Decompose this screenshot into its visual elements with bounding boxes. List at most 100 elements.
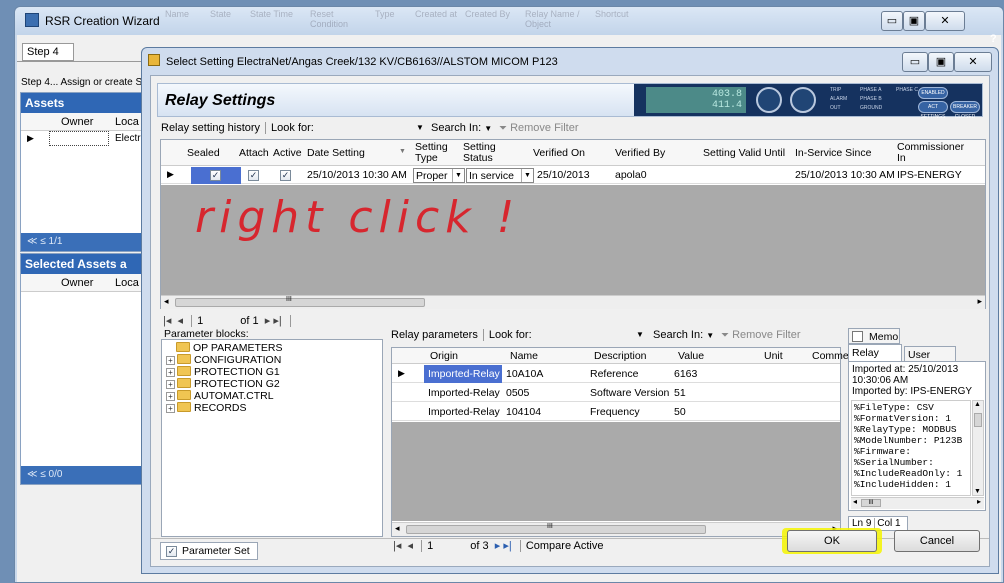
tree-item[interactable]: + RECORDS: [166, 402, 247, 414]
origin-cell[interactable]: Imported-Relay: [428, 404, 500, 420]
scroll-thumb[interactable]: III: [861, 499, 881, 507]
last-page-icon[interactable]: ▸|: [503, 540, 511, 552]
column-owner[interactable]: Owner: [61, 277, 93, 289]
column-setting-type[interactable]: Setting Type: [415, 142, 459, 164]
tree-item[interactable]: + CONFIGURATION: [166, 354, 281, 366]
page-number-input[interactable]: 1: [427, 540, 433, 552]
next-page-icon[interactable]: ▸: [495, 540, 501, 552]
tree-item[interactable]: + AUTOMAT.CTRL: [166, 390, 274, 402]
tree-item[interactable]: + PROTECTION G1: [166, 366, 280, 378]
active-checkbox[interactable]: ✓: [280, 170, 291, 181]
column-name[interactable]: Name: [510, 351, 538, 362]
next-page-icon[interactable]: ▸: [265, 315, 271, 327]
asset-owner-cell[interactable]: [49, 131, 109, 146]
origin-cell[interactable]: Imported-Relay: [428, 385, 500, 401]
settings-hscrollbar[interactable]: ◂ III ▸: [161, 295, 985, 309]
name-cell[interactable]: 104104: [506, 404, 541, 420]
column-value[interactable]: Value: [678, 351, 704, 362]
remove-filter-button[interactable]: ⏷ Remove Filter: [721, 326, 801, 345]
column-location[interactable]: Loca: [115, 277, 139, 289]
file-hscrollbar[interactable]: ◂ III ▸: [851, 497, 984, 509]
wizard-minimize-button[interactable]: ▭: [881, 11, 903, 31]
value-cell[interactable]: 51: [674, 385, 686, 401]
dropdown-arrow-icon[interactable]: ▼: [416, 119, 424, 137]
column-owner[interactable]: Owner: [61, 116, 93, 128]
commissioner-cell[interactable]: IPS-ENERGY: [897, 167, 962, 183]
file-content-textarea[interactable]: %FileType: CSV %FormatVersion: 1 %RelayT…: [851, 400, 971, 496]
expand-icon[interactable]: +: [166, 380, 175, 389]
scroll-thumb[interactable]: [974, 413, 982, 427]
tab-relay-data[interactable]: Relay Data: [848, 344, 902, 375]
dialog-maximize-button[interactable]: ▣: [928, 52, 954, 72]
scroll-down-icon[interactable]: ▼: [974, 488, 981, 495]
dropdown-arrow-icon[interactable]: ▼: [636, 326, 644, 344]
look-for-input[interactable]: [311, 121, 411, 135]
description-cell[interactable]: Reference: [590, 366, 638, 382]
scroll-up-icon[interactable]: ▲: [974, 401, 981, 408]
origin-cell[interactable]: Imported-Relay: [424, 365, 502, 383]
selected-pager[interactable]: ≪ ≤ 0/0: [21, 466, 143, 484]
scroll-left-icon[interactable]: ◂: [395, 523, 400, 534]
column-date-setting[interactable]: Date Setting: [307, 148, 365, 159]
setting-status-select[interactable]: In service ▼: [466, 168, 534, 183]
setting-type-select[interactable]: Proper ▼: [413, 168, 465, 183]
first-page-icon[interactable]: |◂: [163, 315, 171, 327]
dialog-minimize-button[interactable]: ▭: [902, 52, 928, 72]
step-tab[interactable]: Step 4: [22, 43, 74, 61]
scroll-thumb[interactable]: III: [175, 296, 425, 307]
description-cell[interactable]: Software Version: [590, 385, 669, 401]
name-cell[interactable]: 0505: [506, 385, 529, 401]
column-verified-on[interactable]: Verified On: [533, 148, 585, 159]
wizard-close-button[interactable]: ✕: [925, 11, 965, 31]
column-active[interactable]: Active: [273, 148, 302, 159]
scroll-thumb[interactable]: III: [406, 523, 706, 534]
scroll-right-icon[interactable]: ▸: [977, 497, 981, 506]
column-in-service-since[interactable]: In-Service Since: [795, 148, 871, 159]
wizard-maximize-button[interactable]: ▣: [903, 11, 925, 31]
description-cell[interactable]: Frequency: [590, 404, 640, 420]
table-row[interactable]: Imported-Relay 0505 Software Version 51: [392, 384, 840, 402]
file-vscrollbar[interactable]: ▲ ▼: [972, 400, 984, 496]
memo-checkbox[interactable]: [852, 331, 863, 342]
column-unit[interactable]: Unit: [764, 351, 783, 362]
verified-on-cell[interactable]: 25/10/2013: [537, 167, 590, 183]
verified-by-cell[interactable]: apola0: [615, 167, 647, 183]
sealed-checkbox[interactable]: ✓: [210, 170, 221, 181]
table-row[interactable]: Imported-Relay 104104 Frequency 50: [392, 403, 840, 421]
remove-filter-button[interactable]: ⏷ Remove Filter: [499, 119, 579, 138]
look-for-input[interactable]: [531, 328, 631, 342]
column-sealed[interactable]: Sealed: [187, 148, 220, 159]
tree-item[interactable]: OP PARAMETERS: [176, 342, 282, 354]
assets-pager[interactable]: ≪ ≤ 1/1: [21, 233, 143, 251]
scroll-left-icon[interactable]: ◂: [164, 296, 169, 307]
expand-icon[interactable]: +: [166, 404, 175, 413]
column-comment[interactable]: Comme: [812, 351, 849, 362]
expand-icon[interactable]: +: [166, 356, 175, 365]
expand-icon[interactable]: +: [166, 392, 175, 401]
column-description[interactable]: Description: [594, 351, 647, 362]
date-setting-cell[interactable]: 25/10/2013 10:30 AM: [307, 167, 407, 183]
column-verified-by[interactable]: Verified By: [615, 148, 665, 159]
search-in-button[interactable]: Search In: ▼: [653, 326, 714, 345]
search-in-button[interactable]: Search In: ▼: [431, 119, 492, 138]
last-page-icon[interactable]: ▸|: [273, 315, 281, 327]
table-row[interactable]: ▶ Imported-Relay 10A10A Reference 6163: [392, 365, 840, 383]
dialog-close-button[interactable]: ✕: [954, 52, 992, 72]
compare-active-button[interactable]: Compare Active: [526, 540, 604, 552]
page-number-input[interactable]: 1: [197, 315, 203, 327]
memo-tab[interactable]: Memo: [848, 328, 900, 344]
parameter-set-checkbox[interactable]: ✓: [166, 546, 177, 557]
column-attach[interactable]: Attach: [239, 148, 269, 159]
settings-row[interactable]: ▶ ✓ ✓ ✓ 25/10/2013 10:30 AM Proper ▼ In …: [161, 167, 985, 184]
prev-page-icon[interactable]: ◂: [178, 315, 184, 327]
column-setting-status[interactable]: Setting Status: [463, 142, 507, 164]
params-hscrollbar[interactable]: ◂ III ▸: [392, 522, 840, 536]
column-valid-until[interactable]: Setting Valid Until: [703, 148, 785, 159]
value-cell[interactable]: 50: [674, 404, 686, 420]
attach-checkbox[interactable]: ✓: [248, 170, 259, 181]
asset-location-cell[interactable]: Electri: [115, 133, 143, 144]
tree-item[interactable]: + PROTECTION G2: [166, 378, 280, 390]
prev-page-icon[interactable]: ◂: [408, 540, 414, 552]
name-cell[interactable]: 10A10A: [506, 366, 543, 382]
first-page-icon[interactable]: |◂: [393, 540, 401, 552]
